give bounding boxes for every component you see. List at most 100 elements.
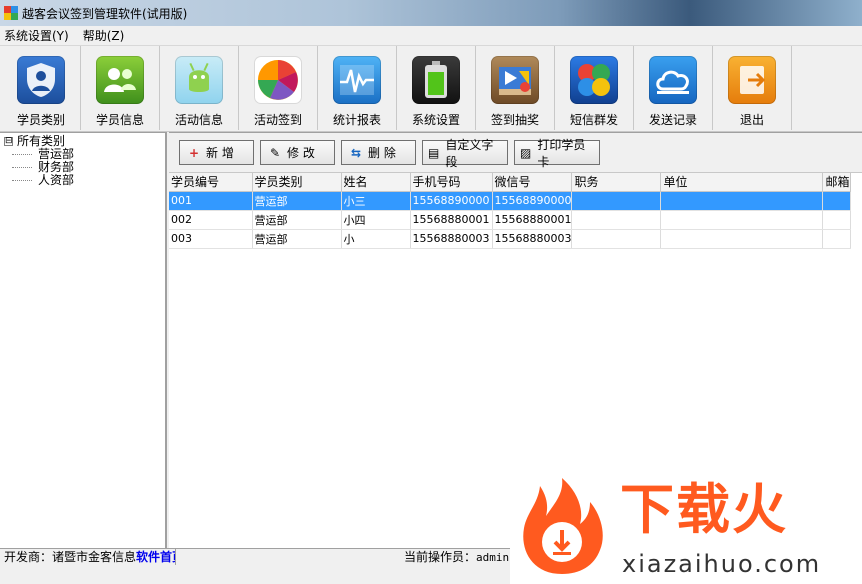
toolbar-label: 学员信息 xyxy=(95,113,144,127)
table-cell xyxy=(660,229,824,249)
table-cell: 15568890000 xyxy=(410,191,493,211)
toolbar-label: 系统设置 xyxy=(411,113,460,127)
table-row[interactable]: 001 营运部 小三 15568890000 15568890000 xyxy=(169,191,851,211)
chart-pulse-icon xyxy=(333,56,381,104)
column-header[interactable]: 学员编号 xyxy=(169,173,253,192)
delete-button[interactable]: ⇆ 删 除 xyxy=(341,140,416,165)
menu-help[interactable]: 帮助(Z) xyxy=(83,27,125,44)
table-cell xyxy=(660,191,824,211)
table-cell: 15568880001 xyxy=(492,210,573,230)
toolbar-label: 活动签到 xyxy=(253,113,302,127)
windows-logo-icon xyxy=(570,56,618,104)
add-button[interactable]: + 新 增 xyxy=(179,140,254,165)
colorful-fan-icon xyxy=(254,56,302,104)
table-cell: 营运部 xyxy=(252,229,342,249)
toolbar-button-send-records[interactable]: 发送记录 xyxy=(634,46,713,130)
users-icon xyxy=(96,56,144,104)
table-cell xyxy=(571,210,662,230)
toolbar-button-system-settings[interactable]: 系统设置 xyxy=(397,46,476,130)
watermark-site: xiazaihuo.com xyxy=(622,550,822,578)
toolbar-button-activity-checkin[interactable]: 活动签到 xyxy=(239,46,318,130)
menu-bar: 系统设置(Y) 帮助(Z) xyxy=(0,26,862,46)
tree-node-label: 人资部 xyxy=(38,173,75,187)
table-header-row: 学员编号 学员类别 姓名 手机号码 微信号 职务 单位 邮箱 xyxy=(169,173,851,192)
shield-user-icon xyxy=(17,56,65,104)
table-cell xyxy=(822,191,851,211)
table-row[interactable]: 003 营运部 小 15568880003 15568880003 xyxy=(169,229,851,249)
column-header[interactable]: 学员类别 xyxy=(252,173,342,192)
table-cell: 营运部 xyxy=(252,191,342,211)
edit-icon: ✎ xyxy=(269,145,281,160)
menu-system-settings[interactable]: 系统设置(Y) xyxy=(4,27,69,44)
table-cell: 001 xyxy=(169,191,253,211)
flame-download-icon xyxy=(523,478,603,574)
table-cell xyxy=(571,191,662,211)
operator-name: admin xyxy=(476,551,510,564)
toolbar-button-activity-info[interactable]: 活动信息 xyxy=(160,46,239,130)
toolbar-label: 签到抽奖 xyxy=(490,113,539,127)
toolbar-label: 退出 xyxy=(739,113,764,127)
table-cell: 15568880003 xyxy=(492,229,573,249)
table-cell: 15568880003 xyxy=(410,229,493,249)
table-cell: 15568890000 xyxy=(492,191,573,211)
site-watermark: 下载火 xiazaihuo.com xyxy=(510,470,862,584)
action-bar: + 新 增 ✎ 修 改 ⇆ 删 除 ▤ 自定义字段 ▨ 打印学员卡 xyxy=(169,133,862,173)
toolbar-label: 统计报表 xyxy=(332,113,381,127)
tree-node-finance[interactable]: 财务部 xyxy=(12,161,161,174)
table-cell: 15568880001 xyxy=(410,210,493,230)
table-cell: 营运部 xyxy=(252,210,342,230)
column-header[interactable]: 职务 xyxy=(571,173,662,192)
exit-icon xyxy=(728,56,776,104)
add-icon: + xyxy=(188,145,200,160)
tree-collapse-icon[interactable]: ⊟ xyxy=(4,137,13,146)
toolbar-button-sms-broadcast[interactable]: 短信群发 xyxy=(555,46,634,130)
battery-icon xyxy=(412,56,460,104)
table-row[interactable]: 002 营运部 小四 15568880001 15568880001 xyxy=(169,210,851,230)
delete-icon: ⇆ xyxy=(350,145,362,160)
column-header[interactable]: 单位 xyxy=(660,173,824,192)
tree-node-operations[interactable]: 营运部 xyxy=(12,148,161,161)
media-box-icon xyxy=(491,56,539,104)
column-header[interactable]: 邮箱 xyxy=(822,173,851,192)
table-cell: 003 xyxy=(169,229,253,249)
table-cell: 小四 xyxy=(341,210,411,230)
app-logo-icon xyxy=(4,6,18,20)
table-cell xyxy=(660,210,824,230)
window-title: 越客会议签到管理软件(试用版) xyxy=(22,6,188,21)
toolbar-button-student-category[interactable]: 学员类别 xyxy=(2,46,81,130)
category-tree[interactable]: ⊟ 所有类别 营运部 财务部 人资部 xyxy=(0,132,167,548)
toolbar-label: 活动信息 xyxy=(174,113,223,127)
toolbar-label: 发送记录 xyxy=(648,113,697,127)
toolbar-label: 学员类别 xyxy=(16,113,65,127)
table-cell: 小三 xyxy=(341,191,411,211)
toolbar-label: 短信群发 xyxy=(569,113,618,127)
toolbar-button-student-info[interactable]: 学员信息 xyxy=(81,46,160,130)
table-cell: 小 xyxy=(341,229,411,249)
toolbar-button-exit[interactable]: 退出 xyxy=(713,46,792,130)
title-bar[interactable]: 越客会议签到管理软件(试用版) xyxy=(0,0,862,26)
toolbar-button-checkin-lottery[interactable]: 签到抽奖 xyxy=(476,46,555,130)
tree-node-hr[interactable]: 人资部 xyxy=(12,174,161,187)
table-cell xyxy=(822,229,851,249)
watermark-brand: 下载火 xyxy=(620,478,788,541)
table-cell xyxy=(822,210,851,230)
column-header[interactable]: 手机号码 xyxy=(410,173,493,192)
toolbar-button-statistics-report[interactable]: 统计报表 xyxy=(318,46,397,130)
status-operator: 当前操作员：admin xyxy=(404,550,510,564)
document-icon: ▤ xyxy=(428,145,440,160)
table-cell: 002 xyxy=(169,210,253,230)
edit-button[interactable]: ✎ 修 改 xyxy=(260,140,335,165)
main-toolbar: 学员类别 学员信息 活动信息 活动签到 统计报表 系统设置 签到抽奖 短信群发 … xyxy=(0,46,862,132)
homepage-link[interactable]: 软件首页 xyxy=(136,550,175,564)
android-icon xyxy=(175,56,223,104)
cloud-icon xyxy=(649,56,697,104)
tree-root-node[interactable]: ⊟ 所有类别 xyxy=(4,135,161,148)
column-header[interactable]: 姓名 xyxy=(341,173,411,192)
student-table[interactable]: 学员编号 学员类别 姓名 手机号码 微信号 职务 单位 邮箱 001 营运部 小… xyxy=(169,173,851,249)
table-cell xyxy=(571,229,662,249)
print-card-button[interactable]: ▨ 打印学员卡 xyxy=(514,138,600,169)
custom-field-button[interactable]: ▤ 自定义字段 xyxy=(422,138,508,169)
column-header[interactable]: 微信号 xyxy=(492,173,573,192)
status-developer: 开发商：诸暨市金客信息软件首页 xyxy=(0,548,176,565)
card-icon: ▨ xyxy=(520,145,532,160)
